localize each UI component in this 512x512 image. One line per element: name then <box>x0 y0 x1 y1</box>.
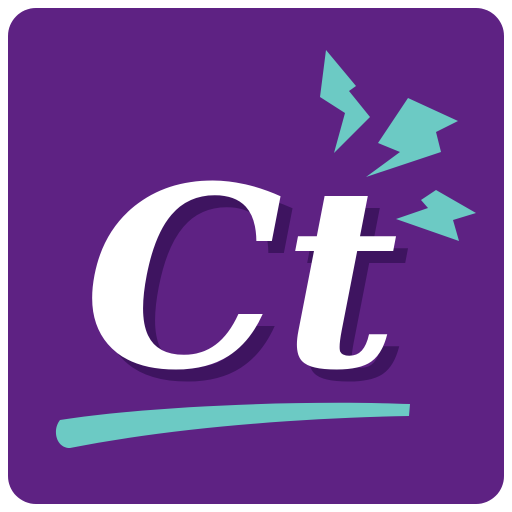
logo-artwork: Ct Ct <box>55 50 476 448</box>
app-icon: Ct Ct <box>0 0 512 512</box>
monogram-text: Ct <box>84 131 398 425</box>
